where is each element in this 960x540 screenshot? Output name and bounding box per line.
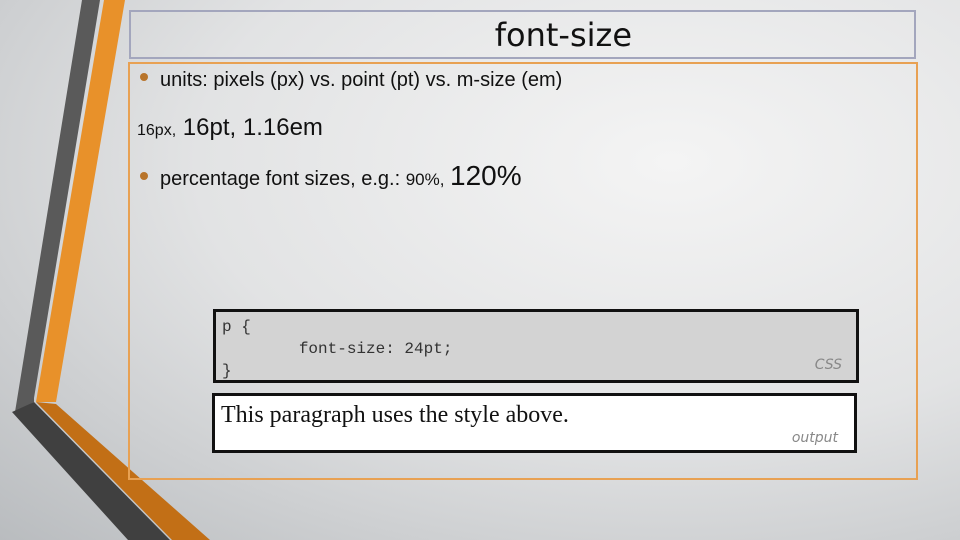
output-box: This paragraph uses the style above. out…	[212, 393, 857, 453]
bullet-icon	[140, 73, 148, 81]
css-label: CSS	[814, 357, 842, 373]
examples-line: 16px, 16pt, 1.16em	[137, 114, 323, 141]
output-label: output	[791, 430, 838, 446]
css-code-box: p { font-size: 24pt;} CSS	[213, 309, 859, 383]
slide-title: font-size	[494, 16, 632, 54]
bullet-units: units: pixels (px) vs. point (pt) vs. m-…	[140, 69, 562, 92]
output-paragraph: This paragraph uses the style above.	[221, 402, 569, 428]
bullet-percentage: percentage font sizes, e.g.: 90%, 120%	[140, 160, 522, 192]
bullet-icon	[140, 172, 148, 180]
